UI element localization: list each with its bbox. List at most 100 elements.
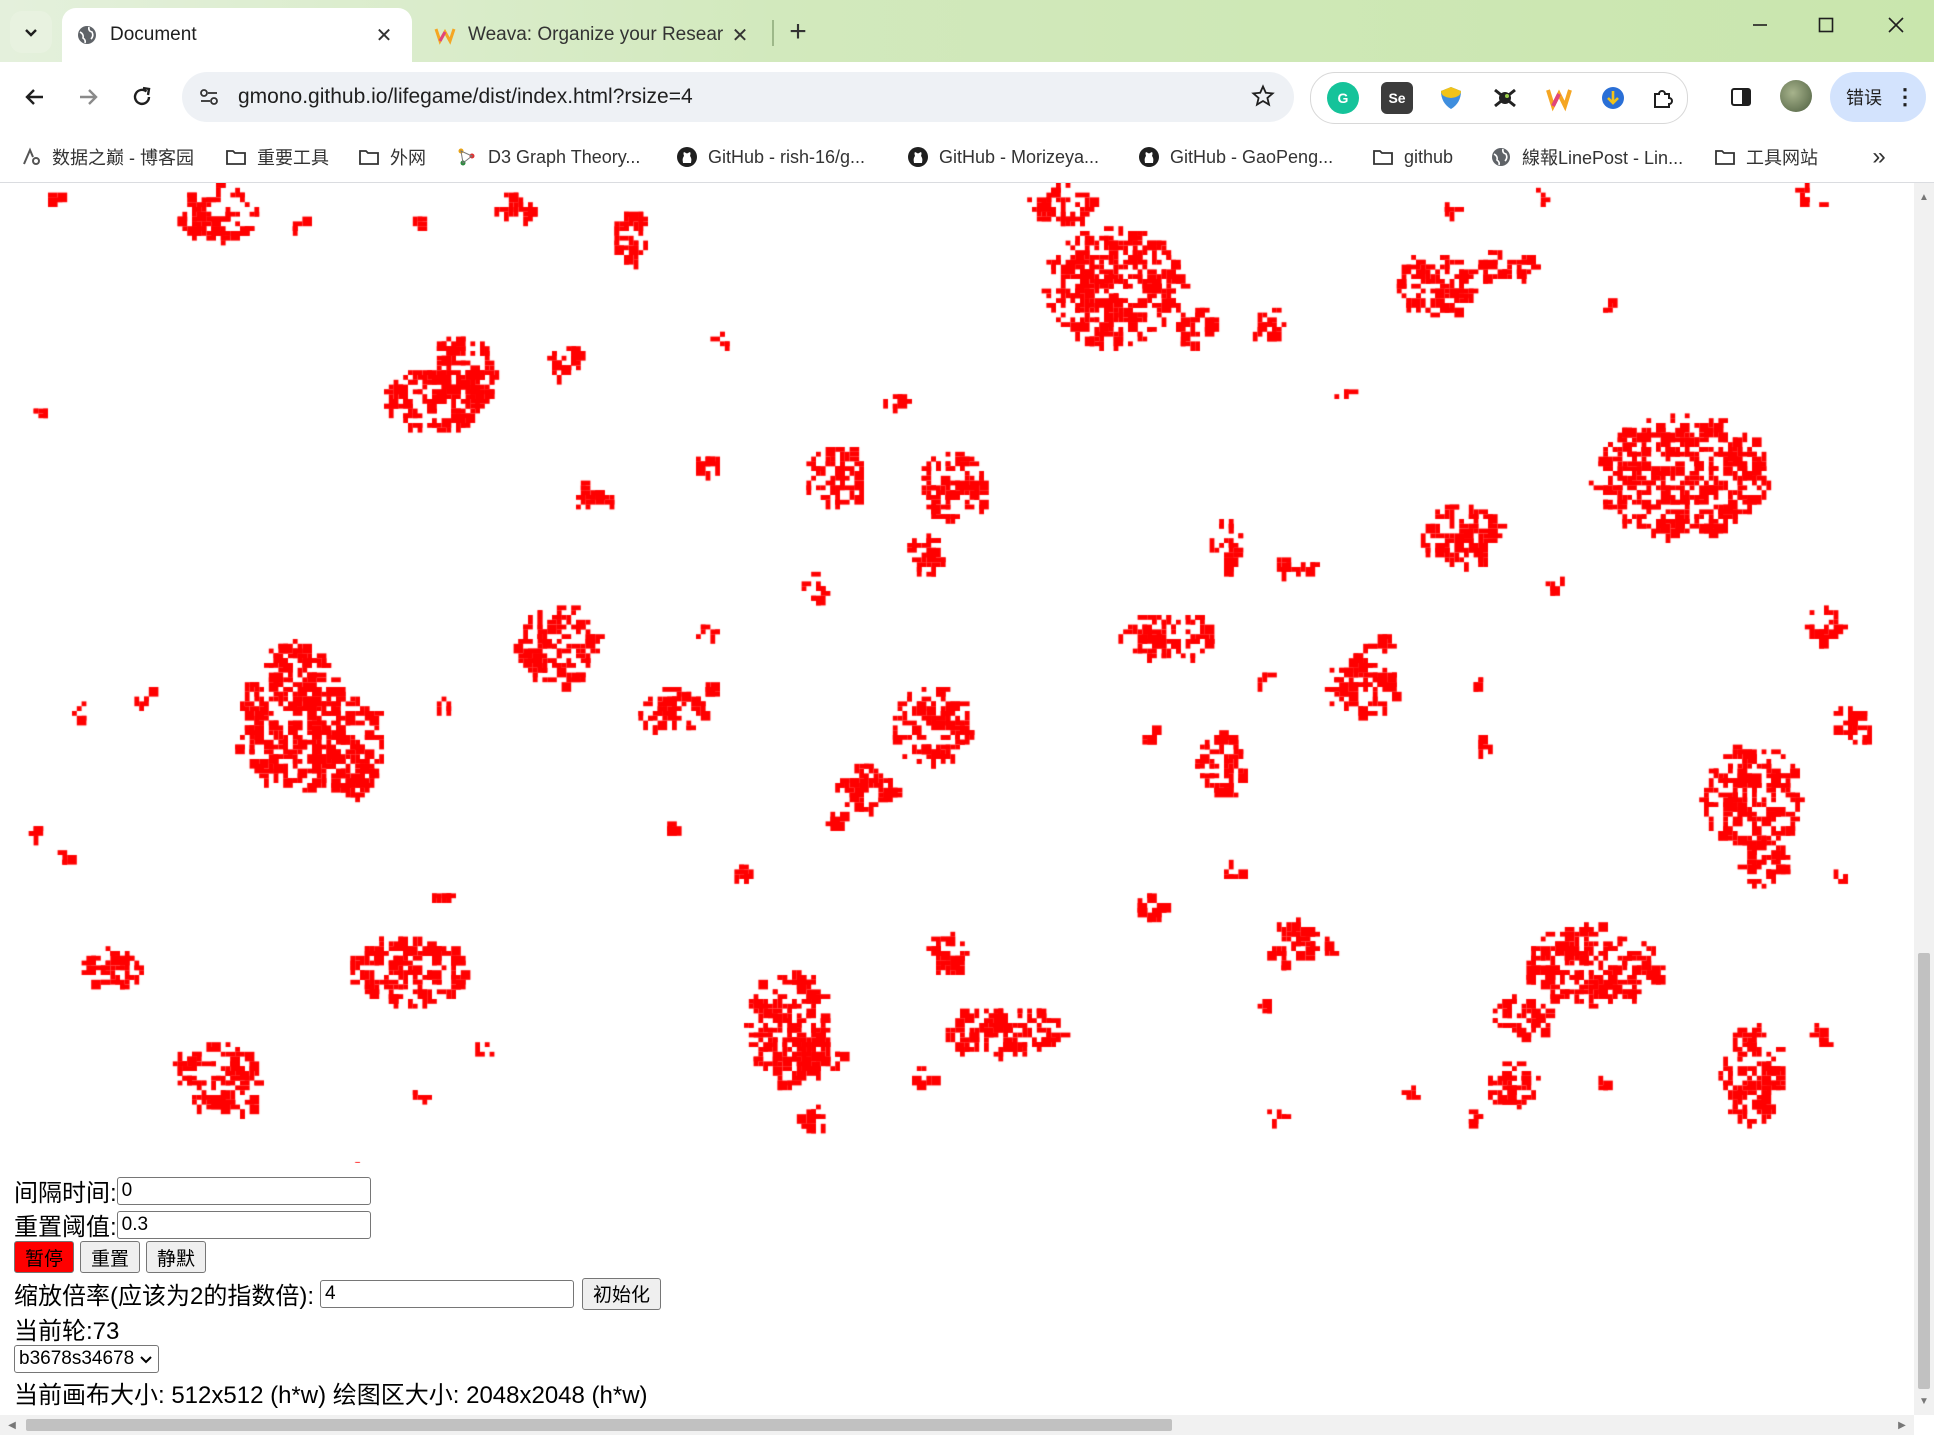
tab-title: Weava: Organize your Resear [468, 24, 724, 45]
rule-select[interactable]: b3678s34678 [14, 1345, 160, 1373]
buttons-row: 暂停 重置 静默 [14, 1241, 212, 1273]
tab-document[interactable]: Document ✕ [62, 8, 412, 62]
more-bookmarks-icon[interactable]: » [1862, 142, 1896, 172]
close-tab-icon[interactable]: ✕ [370, 21, 398, 49]
close-tab-icon[interactable]: ✕ [726, 21, 754, 49]
scale-input[interactable] [320, 1279, 574, 1308]
github-icon [907, 146, 929, 168]
address-bar[interactable]: gmono.github.io/lifegame/dist/index.html… [182, 72, 1294, 122]
grammarly-icon[interactable]: G [1327, 82, 1359, 114]
folder-icon [1372, 146, 1394, 168]
horizontal-scroll-thumb[interactable] [26, 1419, 1172, 1431]
page-content: 间隔时间: 重置阈值: 暂停 重置 静默 缩放倍率(应该为2的指数倍): 初始化… [0, 183, 1914, 1415]
back-icon[interactable] [15, 77, 55, 117]
url-text: gmono.github.io/lifegame/dist/index.html… [238, 85, 693, 108]
chevron-down-icon [25, 29, 37, 37]
bookmark-label: D3 Graph Theory... [488, 146, 641, 167]
bookmark-folder[interactable]: github [1372, 142, 1453, 172]
window-close-icon[interactable] [1866, 8, 1926, 42]
scroll-up-icon[interactable]: ▲ [1916, 189, 1932, 205]
github-icon [1138, 146, 1160, 168]
download-icon[interactable] [1597, 82, 1629, 114]
chevron-down-icon [140, 1356, 152, 1364]
tab-title: Document [110, 24, 197, 45]
current-round-text: 当前轮:73 [14, 1318, 120, 1345]
minimize-icon[interactable] [1730, 8, 1790, 42]
folder-icon [358, 146, 380, 168]
scroll-down-icon[interactable]: ▼ [1916, 1393, 1932, 1409]
maximize-icon[interactable] [1796, 8, 1856, 42]
bookmark-folder[interactable]: 工具网站 [1714, 142, 1818, 172]
reset-threshold-row: 重置阈值: [14, 1207, 371, 1242]
side-panel-icon[interactable] [1724, 80, 1758, 114]
interval-row: 间隔时间: [14, 1173, 371, 1208]
bookmark-item[interactable]: GitHub - GaoPeng... [1138, 142, 1333, 172]
bookmark-folder[interactable]: 重要工具 [225, 142, 329, 172]
selenium-icon[interactable]: Se [1381, 82, 1413, 114]
bookmarks-bar: 数据之巅 - 博客园 重要工具 外网 D3 Graph Theory... Gi… [0, 132, 1934, 183]
bookmark-label: 数据之巅 - 博客园 [52, 148, 194, 168]
shield-icon[interactable] [1435, 82, 1467, 114]
horizontal-scrollbar[interactable]: ◀ ▶ [0, 1415, 1914, 1435]
bookmark-label: 工具网站 [1746, 148, 1818, 168]
scale-row: 缩放倍率(应该为2的指数倍): 初始化 [14, 1276, 667, 1311]
reload-icon[interactable] [122, 77, 162, 117]
tab-search-button[interactable] [10, 11, 52, 53]
bookmark-item[interactable]: 線報LinePost - Lin... [1490, 142, 1683, 172]
more-menu-icon: ⋮ [1894, 84, 1916, 109]
reset-threshold-input[interactable] [116, 1210, 371, 1239]
globe-icon [1490, 146, 1512, 168]
vertical-scrollbar[interactable]: ▲ ▼ [1914, 183, 1934, 1415]
reset-button[interactable]: 重置 [80, 1241, 141, 1273]
reset-threshold-label: 重置阈值: [14, 1214, 117, 1241]
tab-strip: Document ✕ Weava: Organize your Resear ✕… [0, 0, 1934, 62]
interval-label: 间隔时间: [14, 1180, 117, 1207]
vertical-scroll-thumb[interactable] [1918, 953, 1930, 1389]
browser-toolbar: gmono.github.io/lifegame/dist/index.html… [0, 62, 1934, 132]
bookmark-label: 外网 [390, 148, 426, 168]
life-game-canvas[interactable] [0, 183, 1914, 1163]
init-button[interactable]: 初始化 [582, 1277, 662, 1310]
canvas-size-text: 当前画布大小: 512x512 (h*w) 绘图区大小: 2048x2048 (… [14, 1382, 648, 1409]
scroll-left-icon[interactable]: ◀ [4, 1417, 20, 1433]
mute-button[interactable]: 静默 [146, 1241, 207, 1273]
pause-button[interactable]: 暂停 [14, 1241, 75, 1273]
folder-icon [225, 146, 247, 168]
error-menu-button[interactable]: 错误 ⋮ [1830, 72, 1926, 122]
puzzle-spider-icon[interactable] [1489, 82, 1521, 114]
size-row: 当前画布大小: 512x512 (h*w) 绘图区大小: 2048x2048 (… [14, 1375, 648, 1410]
weava-favicon-icon [434, 24, 456, 46]
folder-icon [1714, 146, 1736, 168]
bookmark-item[interactable]: GitHub - Morizeya... [907, 142, 1099, 172]
interval-input[interactable] [116, 1176, 371, 1205]
bookmark-label: 線報LinePost - Lin... [1522, 148, 1684, 168]
d3-graph-icon [456, 146, 478, 168]
round-row: 当前轮:73 [14, 1311, 119, 1346]
bookmark-label: GitHub - GaoPeng... [1170, 146, 1334, 167]
new-tab-icon[interactable]: + [782, 14, 814, 50]
error-label: 错误 [1846, 88, 1882, 108]
scroll-right-icon[interactable]: ▶ [1894, 1417, 1910, 1433]
bookmark-label: GitHub - Morizeya... [939, 146, 1100, 167]
bookmark-label: GitHub - rish-16/g... [708, 146, 866, 167]
rule-row: b3678s34678 [14, 1345, 160, 1373]
bookmark-item[interactable]: GitHub - rish-16/g... [676, 142, 865, 172]
rule-selected-value: b3678s34678 [19, 1348, 135, 1369]
weava-icon[interactable] [1543, 82, 1575, 114]
scale-label: 缩放倍率(应该为2的指数倍): [14, 1283, 314, 1310]
tab-separator [772, 20, 774, 46]
extensions-group: G Se [1310, 72, 1688, 124]
bookmark-star-icon[interactable] [1248, 81, 1278, 111]
bookmark-folder[interactable]: 外网 [358, 142, 426, 172]
bookmark-item[interactable]: D3 Graph Theory... [456, 142, 640, 172]
extensions-icon[interactable] [1647, 82, 1679, 114]
bookmark-label: github [1404, 146, 1454, 167]
tab-weava[interactable]: Weava: Organize your Resear ✕ [420, 8, 768, 62]
bookmark-item[interactable]: 数据之巅 - 博客园 [20, 142, 194, 172]
cnblogs-icon [20, 146, 42, 168]
forward-icon[interactable] [68, 77, 108, 117]
profile-avatar[interactable] [1780, 80, 1812, 112]
site-settings-icon[interactable] [194, 82, 224, 112]
bookmark-label: 重要工具 [257, 148, 329, 168]
globe-icon [76, 24, 98, 46]
